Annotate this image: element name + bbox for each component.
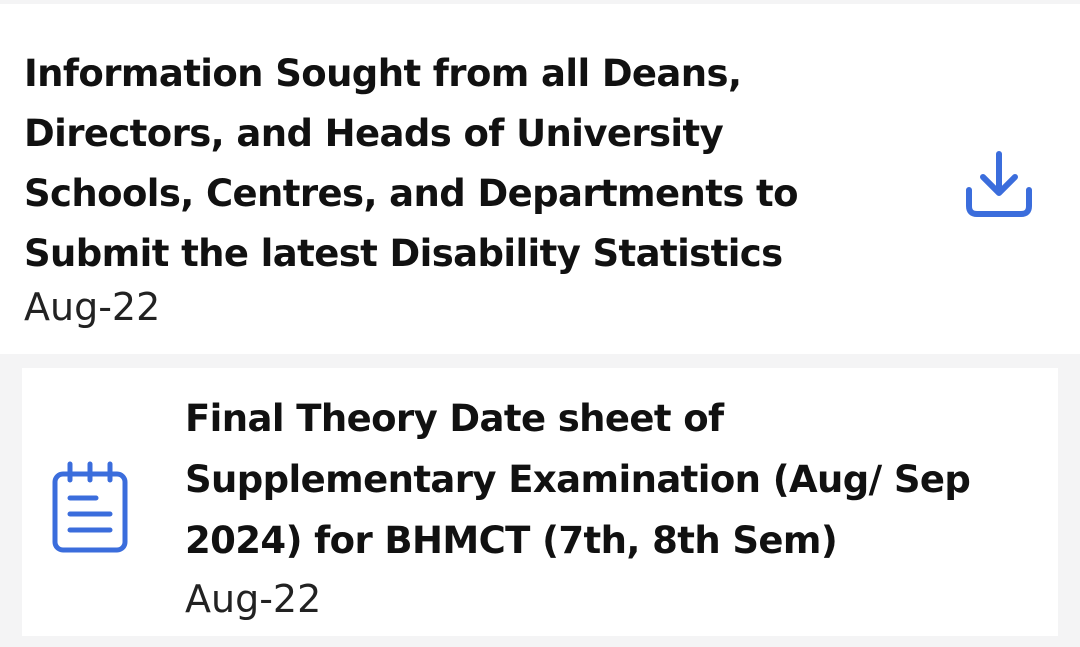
notice-title: Information Sought from all Deans, Direc… bbox=[24, 52, 799, 275]
notice-card-1[interactable]: Information Sought from all Deans, Direc… bbox=[0, 4, 1080, 354]
download-button[interactable] bbox=[960, 144, 1038, 224]
notice-card-2[interactable]: Final Theory Date sheet of Supplementary… bbox=[22, 368, 1058, 636]
notice-date: Aug-22 bbox=[24, 285, 161, 329]
notice-title: Final Theory Date sheet of Supplementary… bbox=[185, 397, 971, 562]
download-icon bbox=[966, 151, 1032, 217]
notes-icon bbox=[52, 461, 128, 553]
notice-date: Aug-22 bbox=[185, 577, 322, 621]
